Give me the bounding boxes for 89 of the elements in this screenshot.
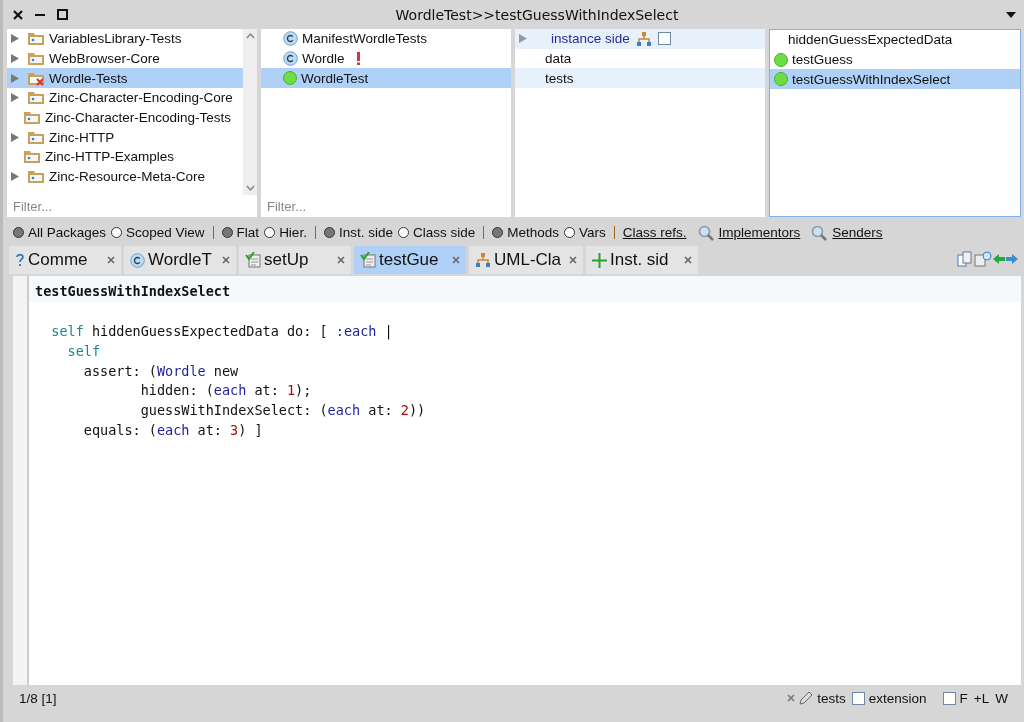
package-item[interactable]: Zinc-HTTP-Examples — [7, 147, 243, 167]
search-icon — [697, 224, 714, 241]
hierarchy-icon[interactable] — [635, 30, 652, 47]
folder-icon — [27, 70, 45, 86]
class-icon — [283, 31, 298, 47]
question-icon — [15, 253, 25, 267]
checkbox-label: extension — [868, 690, 927, 706]
method-item[interactable]: testGuessWithIndexSelect — [770, 69, 1020, 90]
history-icon[interactable] — [974, 251, 992, 267]
test-pass-icon — [774, 52, 788, 67]
checkbox[interactable] — [851, 691, 865, 705]
checkbox[interactable] — [657, 32, 671, 46]
scrollbar[interactable] — [243, 29, 257, 195]
search-icon — [811, 224, 828, 241]
radio-button[interactable]: Hier. — [264, 225, 307, 240]
code-line: guessWithIndexSelect: (each at: 2)) — [139, 401, 427, 421]
expand-icon[interactable] — [11, 34, 19, 44]
code-line: assert: (Wordle new — [82, 361, 240, 381]
expand-icon[interactable] — [519, 34, 527, 44]
package-item[interactable]: Zinc-Resource-Meta-Core — [7, 166, 243, 187]
class-item[interactable]: WordleTest — [261, 68, 511, 89]
editor-tab[interactable]: Comme — [9, 246, 121, 274]
package-item[interactable]: Zinc-Character-Encoding-Tests — [7, 107, 243, 128]
pencil-icon[interactable] — [799, 691, 814, 705]
copy-icon[interactable] — [957, 251, 973, 267]
document-check-icon — [245, 252, 261, 268]
method-selector: testGuessWithIndexSelect — [29, 276, 1021, 302]
protocol-item[interactable]: tests — [515, 68, 765, 89]
expand-icon[interactable] — [11, 132, 19, 142]
expand-icon[interactable] — [11, 73, 19, 83]
package-item[interactable]: WebBrowser-Core — [7, 48, 243, 69]
plus-icon — [592, 252, 607, 268]
expand-icon[interactable] — [11, 172, 19, 182]
checkbox[interactable] — [942, 691, 956, 705]
folder-icon — [27, 90, 45, 106]
code-line: self — [66, 341, 102, 361]
radio-button[interactable]: All Packages — [13, 225, 107, 240]
checkbox-label: F — [959, 690, 968, 706]
package-item[interactable]: Wordle-Tests — [7, 68, 243, 89]
folder-icon — [27, 169, 45, 185]
expand-icon[interactable] — [11, 93, 19, 103]
code-line: equals: (each at: 3) ] — [82, 421, 264, 440]
method-item[interactable]: testGuess — [770, 49, 1020, 70]
radio-button[interactable]: Flat — [221, 225, 260, 240]
editor-tab[interactable]: UML-Cla — [469, 246, 583, 274]
folder-icon — [27, 51, 45, 67]
package-item[interactable]: VariablesLibrary-Tests — [7, 29, 243, 49]
scroll-up-icon[interactable] — [245, 33, 255, 39]
expand-icon[interactable] — [11, 54, 19, 64]
protocol-label[interactable]: tests — [817, 690, 846, 706]
wrap-toggle[interactable]: W — [995, 690, 1008, 706]
toolbar-link[interactable]: Senders — [832, 225, 883, 240]
editor-tab[interactable]: WordleT — [124, 246, 236, 274]
method-item[interactable]: hiddenGuessExpectedData — [770, 30, 1020, 50]
editor-tab[interactable]: Inst. sid — [586, 246, 698, 274]
forward-arrow-icon[interactable] — [1006, 254, 1018, 264]
editor-tab[interactable]: setUp — [239, 246, 351, 274]
class-item[interactable]: ManifestWordleTests — [261, 29, 511, 49]
menu-icon[interactable] — [1006, 11, 1016, 18]
maximize-icon[interactable] — [57, 9, 68, 20]
cursor-position: 1/8 [1] — [19, 690, 57, 706]
toolbar-link[interactable]: Implementors — [718, 225, 801, 240]
close-icon[interactable] — [13, 9, 23, 20]
class-icon — [283, 51, 298, 67]
test-pass-icon — [283, 71, 297, 86]
code-line: self hiddenGuessExpectedData do: [ :each | — [50, 322, 394, 342]
radio-button[interactable]: Class side — [397, 225, 476, 240]
class-icon — [130, 252, 145, 268]
protocol-item[interactable]: data — [515, 48, 765, 69]
scroll-down-icon[interactable] — [245, 185, 255, 191]
hierarchy-icon — [475, 252, 491, 268]
window-title: WordleTest>>testGuessWithIndexSelect — [394, 6, 680, 23]
document-check-icon — [360, 252, 376, 268]
code-line: hidden: (each at: 1); — [139, 381, 313, 401]
package-item[interactable]: Zinc-Character-Encoding-Core — [7, 88, 243, 108]
folder-icon — [23, 110, 41, 126]
package-item[interactable]: Zinc-HTTP — [7, 127, 243, 148]
radio-button[interactable]: Methods — [492, 225, 559, 240]
test-pass-icon — [774, 72, 788, 87]
editor-tab[interactable]: testGue — [354, 246, 466, 274]
radio-button[interactable]: Inst. side — [323, 225, 393, 240]
toolbar-link[interactable]: Class refs. — [622, 225, 687, 240]
radio-button[interactable]: Scoped View — [111, 225, 205, 240]
class-item[interactable]: Wordle — [261, 48, 511, 69]
line-numbers-toggle[interactable]: +L — [973, 690, 990, 706]
radio-button[interactable]: Vars — [564, 225, 606, 240]
code-editor[interactable]: testGuessWithIndexSelect self hiddenGuessExpectedData do: [ :each | self assert: (Wordle new hidden: (each at: 1); guessWithIndexSelect: (each at: 2)) equals: (each at: 3) ] — [13, 276, 1021, 685]
folder-icon — [27, 129, 45, 145]
folder-icon — [23, 149, 41, 165]
